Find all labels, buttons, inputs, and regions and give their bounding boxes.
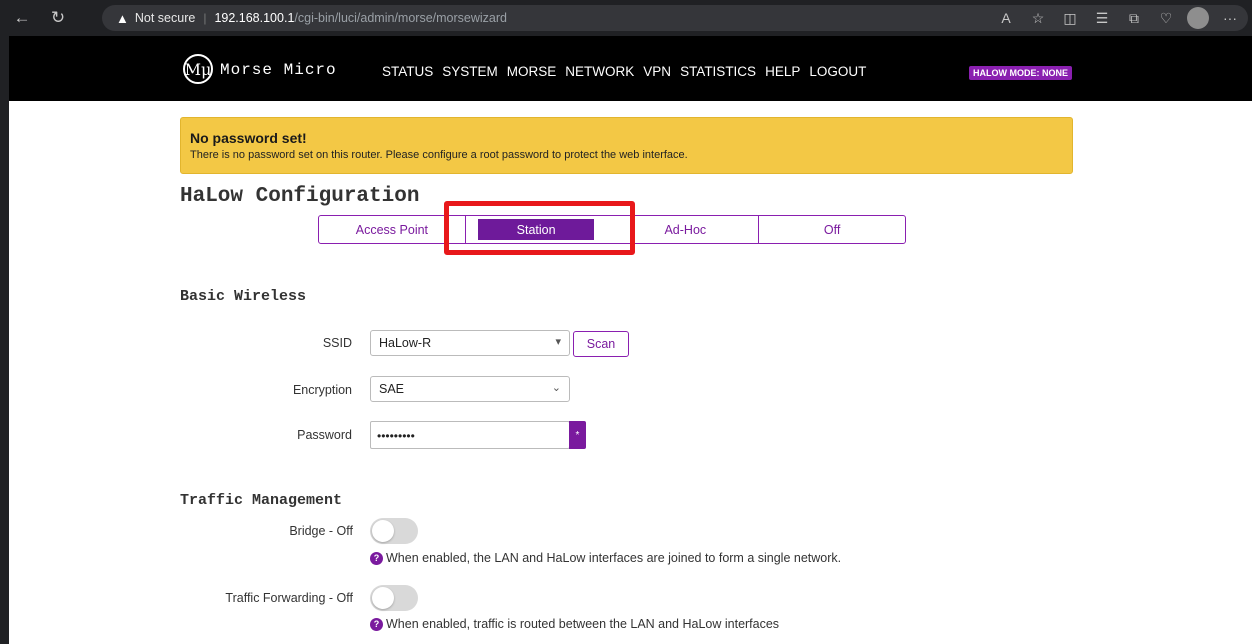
nav-vpn[interactable]: VPN <box>643 64 671 79</box>
nav-status[interactable]: STATUS <box>382 64 433 79</box>
alert-text: There is no password set on this router.… <box>190 149 688 161</box>
window-edge <box>0 36 9 644</box>
question-icon: ? <box>370 551 383 565</box>
traffic-management-heading: Traffic Management <box>180 492 343 509</box>
nav-morse[interactable]: MORSE <box>507 64 557 79</box>
forwarding-toggle[interactable] <box>370 585 418 611</box>
chevron-down-icon: ▾ <box>555 336 561 348</box>
read-aloud-icon[interactable]: A <box>990 10 1022 26</box>
bridge-help-text: When enabled, the LAN and HaLow interfac… <box>386 551 842 565</box>
refresh-icon[interactable]: ↻ <box>44 4 72 32</box>
forwarding-label: Traffic Forwarding - Off <box>225 591 353 605</box>
main-nav: STATUS SYSTEM MORSE NETWORK VPN STATISTI… <box>382 64 875 79</box>
favorite-star-icon[interactable]: ☆ <box>1022 10 1054 27</box>
ssid-select[interactable]: HaLow-R ▾ <box>370 330 570 356</box>
more-icon[interactable]: ··· <box>1214 10 1246 26</box>
encryption-value: SAE <box>379 382 405 396</box>
ssid-value: HaLow-R <box>379 336 432 350</box>
password-label: Password <box>297 428 352 442</box>
toggle-knob <box>372 520 394 542</box>
ssid-label: SSID <box>322 336 352 350</box>
brand-name: Morse Micro <box>220 61 337 79</box>
url-host: 192.168.100.1 <box>214 11 295 25</box>
warning-icon: ▲ <box>116 10 129 26</box>
halow-mode-badge: HALOW MODE: NONE <box>969 66 1072 80</box>
profile-avatar[interactable] <box>1187 7 1209 29</box>
nav-system[interactable]: SYSTEM <box>442 64 498 79</box>
question-icon: ? <box>370 617 383 631</box>
nav-logout[interactable]: LOGOUT <box>809 64 866 79</box>
split-screen-icon[interactable]: ◫ <box>1054 10 1086 27</box>
password-alert: No password set! There is no password se… <box>180 117 1073 174</box>
password-field[interactable]: ••••••••• <box>370 421 570 449</box>
chevron-down-icon: ⌄ <box>551 382 561 394</box>
forwarding-help-text: When enabled, traffic is routed between … <box>386 617 780 631</box>
tab-ad-hoc[interactable]: Ad-Hoc <box>612 216 760 243</box>
browser-actions: A ☆ ◫ ☰ ⧉ ♡ ··· <box>990 6 1246 30</box>
tab-access-point[interactable]: Access Point <box>319 216 466 243</box>
encryption-select[interactable]: SAE ⌄ <box>370 376 570 402</box>
bridge-toggle[interactable] <box>370 518 418 544</box>
scan-button[interactable]: Scan <box>573 331 629 357</box>
bridge-help: ? When enabled, the LAN and HaLow interf… <box>370 551 841 565</box>
tab-station[interactable]: Station <box>477 219 595 240</box>
basic-wireless-heading: Basic Wireless <box>180 288 307 305</box>
tab-off[interactable]: Off <box>759 216 905 243</box>
collections-icon[interactable]: ⧉ <box>1118 10 1150 27</box>
favorites-icon[interactable]: ☰ <box>1086 10 1118 27</box>
password-reveal-toggle[interactable]: * <box>569 421 586 449</box>
site-header: Mμ Morse Micro STATUS SYSTEM MORSE NETWO… <box>9 36 1252 101</box>
nav-help[interactable]: HELP <box>765 64 800 79</box>
page-title: HaLow Configuration <box>180 185 420 208</box>
bridge-label: Bridge - Off <box>289 524 353 538</box>
performance-icon[interactable]: ♡ <box>1150 10 1182 27</box>
toggle-knob <box>372 587 394 609</box>
alert-title: No password set! <box>190 130 307 146</box>
url-path: /cgi-bin/luci/admin/morse/morsewizard <box>294 11 507 25</box>
address-separator: | <box>203 11 207 25</box>
encryption-label: Encryption <box>292 383 352 397</box>
nav-statistics[interactable]: STATISTICS <box>680 64 756 79</box>
nav-network[interactable]: NETWORK <box>565 64 634 79</box>
morse-micro-logo[interactable]: Mμ <box>183 54 213 84</box>
forwarding-help: ? When enabled, traffic is routed betwee… <box>370 617 779 631</box>
mode-tabs: Access Point Station Ad-Hoc Off <box>318 215 906 244</box>
security-label: Not secure <box>134 11 196 25</box>
back-icon[interactable]: ← <box>8 4 36 32</box>
